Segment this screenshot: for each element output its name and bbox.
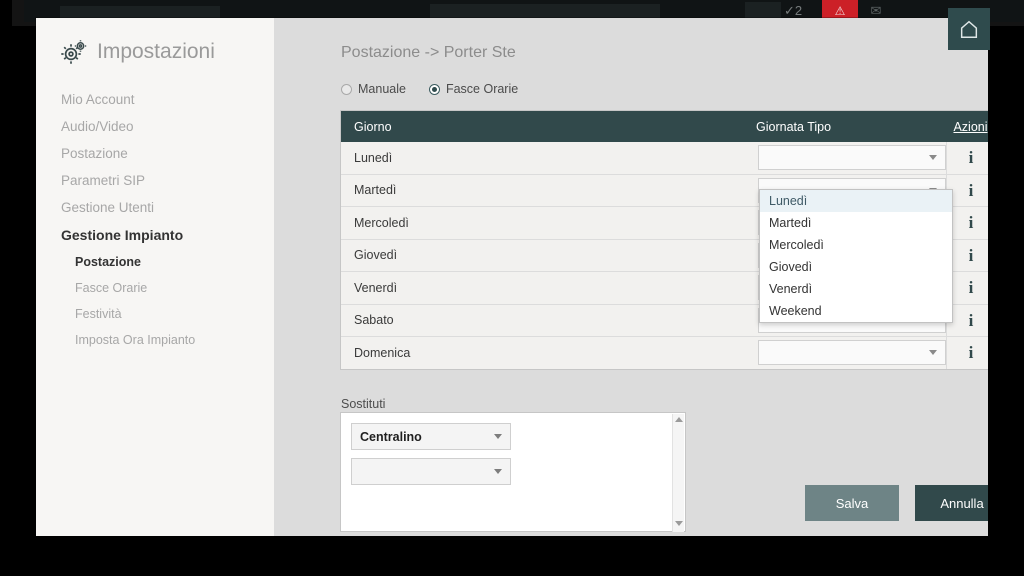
- sidebar-item-label: Imposta Ora Impianto: [75, 333, 196, 347]
- info-icon[interactable]: i: [946, 142, 988, 174]
- chevron-down-icon: [929, 350, 937, 356]
- sostituti-box: Centralino: [340, 412, 686, 532]
- screen: ✓2 ⚠ ✉ Impostazioni Mio Account Audio/Vi…: [0, 0, 1024, 576]
- sidebar-item-label: Audio/Video: [61, 119, 134, 134]
- save-button[interactable]: Salva: [805, 485, 899, 521]
- sidebar-item-label: Parametri SIP: [61, 173, 146, 188]
- sidebar-menu: Mio Account Audio/Video Postazione Parametr…: [61, 86, 261, 353]
- sidebar-item-postazione[interactable]: Postazione: [61, 249, 261, 275]
- scroll-down-icon[interactable]: [675, 521, 683, 526]
- column-header-actions-link[interactable]: Azioni: [953, 120, 987, 134]
- dropdown-option-luned-[interactable]: Lunedì: [760, 190, 952, 212]
- chevron-down-icon: [494, 434, 502, 439]
- scroll-up-icon[interactable]: [674, 417, 683, 422]
- sidebar-item-festivit[interactable]: Festività: [61, 301, 261, 327]
- chevron-down-icon: [494, 469, 502, 474]
- radio-option-label: Manuale: [358, 82, 406, 96]
- breadcrumb: Postazione -> Porter Ste: [341, 44, 516, 61]
- info-icon[interactable]: i: [946, 337, 988, 369]
- settings-dialog: Impostazioni Mio Account Audio/Video Posta…: [36, 18, 988, 536]
- sidebar-item-label: Gestione Impianto: [61, 227, 184, 243]
- column-header-actions: Azioni: [946, 120, 988, 134]
- dropdown-option-mercoled-[interactable]: Mercoledì: [760, 234, 952, 256]
- cell-day: Venerdì: [354, 280, 398, 295]
- cell-day: Domenica: [354, 345, 411, 360]
- dropdown-option-venerd-[interactable]: Venerdì: [760, 278, 952, 300]
- cell-day: Lunedì: [354, 150, 393, 165]
- sostituti-select-1[interactable]: Centralino: [351, 423, 511, 450]
- cancel-button[interactable]: Annulla: [915, 485, 988, 521]
- radio-button-icon[interactable]: [428, 83, 440, 95]
- cell-type: [758, 145, 946, 171]
- column-header-type: Giornata Tipo: [756, 119, 832, 134]
- cell-type: [758, 340, 946, 366]
- chevron-down-icon: [929, 155, 937, 161]
- mode-radio-group: Manuale Fasce Orarie: [341, 82, 518, 96]
- sidebar-title: Impostazioni: [61, 40, 215, 64]
- sidebar-item-label: Gestione Utenti: [61, 200, 155, 215]
- cell-day: Mercoledì: [354, 215, 409, 230]
- column-header-day: Giorno: [354, 119, 392, 134]
- sostituti-select-2[interactable]: [351, 458, 511, 485]
- gear-icon: [61, 40, 87, 64]
- cell-day: Martedì: [354, 183, 397, 198]
- radio-option-fasce-orarie[interactable]: Fasce Orarie: [428, 82, 519, 96]
- table-header-row: Giorno Giornata Tipo Azioni: [341, 111, 988, 142]
- cell-day: Sabato: [354, 313, 394, 328]
- dropdown-option-marted-[interactable]: Martedì: [760, 212, 952, 234]
- sidebar-item-gestione-utenti[interactable]: Gestione Utenti: [61, 194, 261, 221]
- sidebar-item-parametri-sip[interactable]: Parametri SIP: [61, 167, 261, 194]
- sostituti-label: Sostituti: [341, 397, 386, 411]
- giornata-tipo-select[interactable]: [758, 145, 946, 171]
- table-row: Domenica i: [341, 337, 988, 369]
- sostituti-scrollbar[interactable]: [672, 414, 684, 532]
- sidebar-item-gestione-impianto[interactable]: Gestione Impianto: [61, 221, 261, 249]
- home-button[interactable]: [948, 8, 990, 50]
- sidebar-item-postazione[interactable]: Postazione: [61, 140, 261, 167]
- settings-sidebar: Impostazioni Mio Account Audio/Video Posta…: [36, 18, 275, 536]
- sidebar-item-label: Fasce Orarie: [75, 281, 148, 295]
- radio-option-label: Fasce Orarie: [445, 82, 519, 96]
- table-row: Lunedì i: [341, 142, 988, 175]
- radio-option-manuale[interactable]: Manuale: [341, 82, 406, 96]
- sidebar-item-label: Festività: [75, 307, 122, 321]
- background-left-controls: [60, 6, 220, 18]
- sidebar-title-text: Impostazioni: [97, 40, 215, 63]
- cell-day: Giovedì: [354, 248, 398, 263]
- home-icon: [960, 20, 978, 38]
- giornata-tipo-dropdown-menu[interactable]: Lunedì Martedì Mercoledì Giovedì Venerdì Week…: [759, 189, 953, 323]
- dropdown-option-gioved-[interactable]: Giovedì: [760, 256, 952, 278]
- sostituti-select-1-value: Centralino: [360, 429, 422, 444]
- sidebar-item-fasce-orarie[interactable]: Fasce Orarie: [61, 275, 261, 301]
- sidebar-item-label: Postazione: [61, 146, 128, 161]
- dropdown-option-weekend[interactable]: Weekend: [760, 300, 952, 322]
- sidebar-item-imposta-ora-impianto[interactable]: Imposta Ora Impianto: [61, 327, 261, 353]
- radio-button-icon[interactable]: [341, 83, 352, 95]
- sidebar-item-label: Postazione: [75, 255, 141, 269]
- sidebar-item-audio-video[interactable]: Audio/Video: [61, 113, 261, 140]
- giornata-tipo-select[interactable]: [758, 340, 946, 366]
- sidebar-item-mio-account[interactable]: Mio Account: [61, 86, 261, 113]
- sidebar-item-label: Mio Account: [61, 92, 135, 107]
